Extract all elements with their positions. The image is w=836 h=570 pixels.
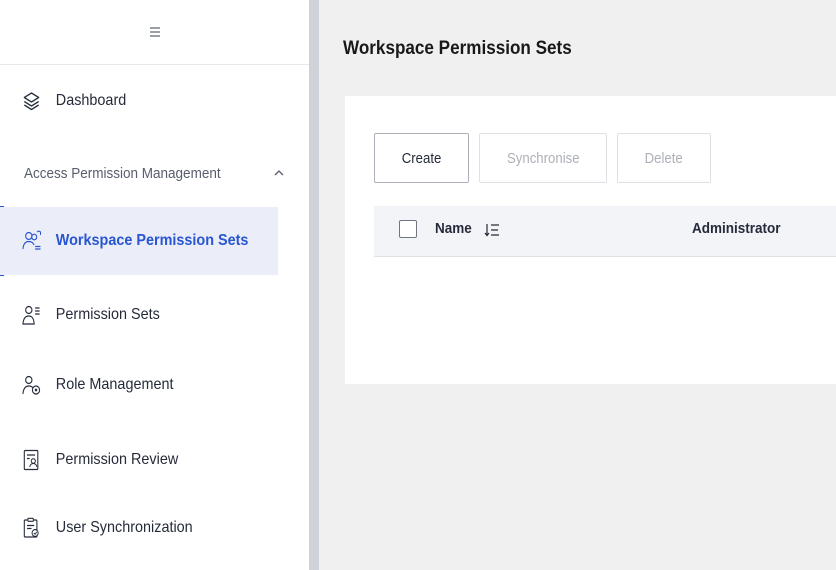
sidebar-item-label: Permission Review	[55, 451, 179, 468]
main-content: Workspace Permission Sets Create Synchro…	[319, 0, 836, 570]
delete-button[interactable]: Delete	[617, 133, 711, 183]
app-window: Dashboard Access Permission Management W…	[0, 0, 836, 570]
sidebar-resize-handle[interactable]	[309, 0, 319, 570]
chevron-up-icon	[274, 170, 284, 176]
sidebar-item-label: Workspace Permission Sets	[55, 232, 249, 249]
sidebar-item-workspace-permission-sets[interactable]: Workspace Permission Sets	[0, 207, 279, 275]
sidebar-item-user-synchronization[interactable]: User Synchronization	[0, 494, 278, 562]
sidebar-item-permission-sets[interactable]: Permission Sets	[0, 281, 278, 349]
synchronise-button-label: Synchronise	[506, 149, 580, 167]
sidebar-collapse-button[interactable]	[0, 0, 309, 65]
user-gear-icon	[22, 374, 42, 396]
select-all-checkbox[interactable]	[399, 220, 417, 238]
document-user-icon	[22, 449, 42, 471]
sidebar-item-label: Role Management	[55, 376, 174, 393]
table-header: Name Administrator	[374, 206, 836, 257]
clipboard-sync-icon	[22, 517, 42, 539]
column-header-administrator[interactable]: Administrator	[692, 220, 781, 237]
sidebar-item-label: Dashboard	[55, 92, 127, 109]
sidebar-item-label: User Synchronization	[55, 519, 193, 536]
sidebar-item-role-management[interactable]: Role Management	[0, 351, 278, 419]
sidebar-item-permission-review[interactable]: Permission Review	[0, 426, 278, 494]
sidebar-item-label: Permission Sets	[55, 306, 160, 323]
workspace-users-icon	[22, 230, 42, 252]
delete-button-label: Delete	[644, 149, 684, 167]
create-button-label: Create	[401, 149, 442, 167]
column-header-name[interactable]: Name	[435, 220, 472, 237]
content-panel: Create Synchronise Delete Name Administr…	[345, 96, 836, 384]
user-list-icon	[22, 304, 42, 326]
sidebar-item-dashboard[interactable]: Dashboard	[0, 67, 278, 135]
page-title: Workspace Permission Sets	[343, 38, 572, 59]
layers-icon	[22, 90, 42, 112]
create-button[interactable]: Create	[374, 133, 469, 183]
synchronise-button[interactable]: Synchronise	[479, 133, 607, 183]
sidebar-group-access-permission-management[interactable]: Access Permission Management	[0, 140, 309, 206]
sidebar-group-label: Access Permission Management	[24, 164, 221, 182]
menu-icon	[149, 27, 160, 37]
sort-icon[interactable]	[484, 222, 500, 238]
sidebar: Dashboard Access Permission Management W…	[0, 0, 309, 570]
